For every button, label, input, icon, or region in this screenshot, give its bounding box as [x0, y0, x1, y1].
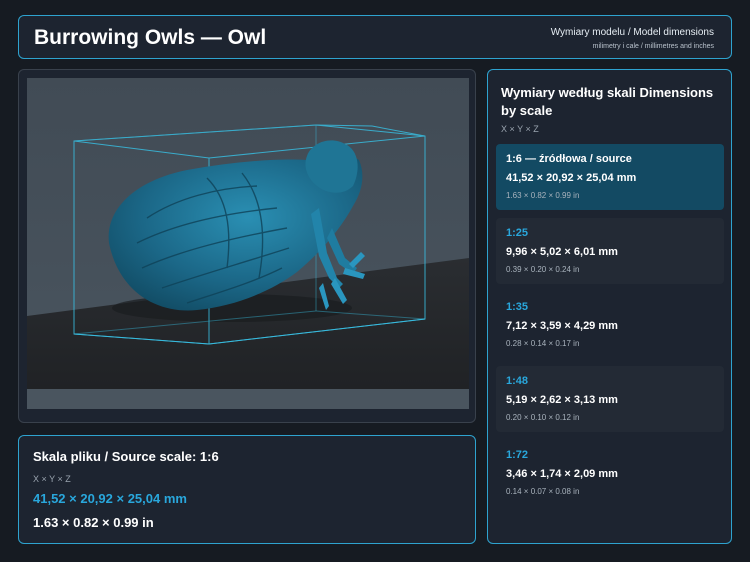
scale-dimensions-inches: 0.20 × 0.10 × 0.12 in	[506, 413, 580, 422]
viewport-render	[27, 78, 469, 409]
scale-label: 1:72	[506, 449, 529, 461]
scale-item-1-6[interactable]: 1:6 — źródłowa / source 41,52 × 20,92 × …	[496, 144, 724, 210]
source-dimensions-mm: 41,52 × 20,92 × 25,04 mm	[33, 491, 187, 506]
scale-dimensions-inches: 0.14 × 0.07 × 0.08 in	[506, 487, 580, 496]
source-scale-title: Skala pliku / Source scale: 1:6	[33, 449, 219, 464]
scale-item-1-25[interactable]: 1:25 9,96 × 5,02 × 6,01 mm 0.39 × 0.20 ×…	[496, 218, 724, 284]
source-dimensions-inches: 1.63 × 0.82 × 0.99 in	[33, 515, 154, 530]
scale-dimensions-inches: 1.63 × 0.82 × 0.99 in	[506, 191, 580, 200]
scale-dimensions-mm: 41,52 × 20,92 × 25,04 mm	[506, 172, 637, 184]
dimensions-heading: Wymiary modelu / Model dimensions	[550, 27, 714, 38]
scale-dimensions-mm: 7,12 × 3,59 × 4,29 mm	[506, 320, 618, 332]
scale-dimensions-inches: 0.28 × 0.14 × 0.17 in	[506, 339, 580, 348]
header-panel: Burrowing Owls — Owl Wymiary modelu / Mo…	[18, 15, 732, 59]
scale-list-axis-label: X × Y × Z	[501, 124, 539, 134]
scale-item-1-72[interactable]: 1:72 3,46 × 1,74 × 2,09 mm 0.14 × 0.07 ×…	[496, 440, 724, 506]
scale-item-1-48[interactable]: 1:48 5,19 × 2,62 × 3,13 mm 0.20 × 0.10 ×…	[496, 366, 724, 432]
model-viewer[interactable]	[18, 69, 476, 423]
scale-list-title: Wymiary według skali Dimensions by scale	[501, 85, 714, 118]
page-title: Burrowing Owls — Owl	[34, 26, 267, 49]
floor-edge	[27, 389, 469, 409]
scale-dimensions-mm: 9,96 × 5,02 × 6,01 mm	[506, 246, 618, 258]
dimensions-subheading: milimetry i cale / millimetres and inche…	[592, 43, 714, 50]
scale-label: 1:25	[506, 227, 529, 239]
source-scale-panel: Skala pliku / Source scale: 1:6 X × Y × …	[18, 435, 476, 544]
scale-label: 1:48	[506, 375, 529, 387]
source-axis-label: X × Y × Z	[33, 474, 71, 484]
scale-label: 1:6 — źródłowa / source	[506, 153, 632, 165]
scale-item-1-35[interactable]: 1:35 7,12 × 3,59 × 4,29 mm 0.28 × 0.14 ×…	[496, 292, 724, 358]
viewport[interactable]	[27, 78, 469, 409]
scale-list-panel: Wymiary według skali Dimensions by scale…	[487, 69, 732, 544]
scale-dimensions-mm: 5,19 × 2,62 × 3,13 mm	[506, 394, 618, 406]
scale-dimensions-mm: 3,46 × 1,74 × 2,09 mm	[506, 468, 618, 480]
scale-label: 1:35	[506, 301, 529, 313]
scale-dimensions-inches: 0.39 × 0.20 × 0.24 in	[506, 265, 580, 274]
